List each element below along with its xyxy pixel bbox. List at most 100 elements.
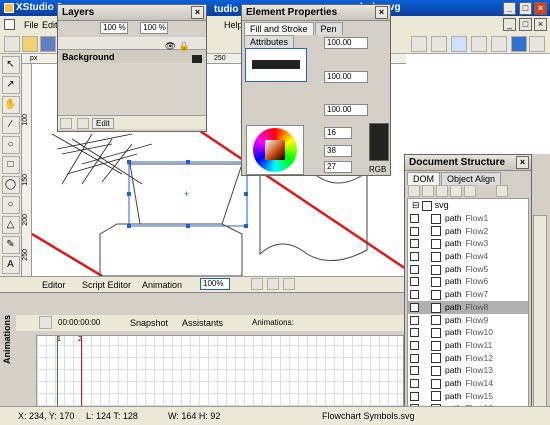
polygon-icon[interactable]: △ — [1, 216, 20, 234]
move-up-icon[interactable] — [408, 185, 420, 197]
visibility-checkbox[interactable] — [410, 315, 419, 325]
assistants-button[interactable]: Assistants — [182, 318, 223, 328]
menu-edit[interactable]: Edit — [42, 20, 58, 30]
save-icon[interactable] — [40, 36, 56, 52]
visibility-checkbox[interactable] — [410, 277, 419, 287]
doc-panel-close-button[interactable]: × — [516, 156, 529, 169]
dom-tree-row[interactable]: path Flow7 — [408, 288, 528, 301]
dom-tree-row[interactable]: path Flow13 — [408, 364, 528, 377]
dom-tree-row[interactable]: path Flow12 — [408, 352, 528, 365]
layers-close-button[interactable]: × — [191, 6, 204, 19]
timeline[interactable]: 1 2 — [36, 335, 404, 408]
rgb-mode-button[interactable]: RGB — [369, 165, 386, 174]
visibility-checkbox[interactable] — [410, 366, 419, 376]
dom-tree-row[interactable]: path Flow15 — [408, 390, 528, 403]
hand-icon[interactable]: ✋ — [1, 96, 20, 114]
fit-page-icon[interactable] — [251, 278, 263, 290]
dom-tree-row[interactable]: path Flow10 — [408, 326, 528, 339]
ellipse-icon[interactable]: ◯ — [1, 176, 20, 194]
tab-attributes[interactable]: Attributes — [244, 35, 295, 48]
dom-tree-row[interactable]: path Flow6 — [408, 275, 528, 288]
find-icon[interactable] — [495, 185, 508, 197]
red-value[interactable]: 16 — [324, 127, 352, 139]
close-button[interactable]: × — [534, 2, 547, 15]
zoom-out-icon[interactable] — [283, 278, 295, 290]
props-close-button[interactable]: × — [375, 6, 388, 19]
dom-tree-row[interactable]: path Flow14 — [408, 377, 528, 390]
snapshot-button[interactable]: Snapshot — [130, 318, 168, 328]
visibility-checkbox[interactable] — [410, 328, 419, 338]
doc-minimize-button[interactable]: _ — [503, 18, 516, 31]
layers-opacity-2[interactable]: 100 % — [140, 22, 169, 34]
dom-tree-row[interactable]: path Flow5 — [408, 263, 528, 276]
open-folder-icon[interactable] — [22, 36, 38, 52]
check-icon[interactable] — [471, 36, 487, 52]
eye-icon[interactable] — [411, 36, 427, 52]
minimize-button[interactable]: _ — [503, 2, 516, 15]
tab-pen[interactable]: Pen — [314, 22, 343, 35]
move-down-icon[interactable] — [422, 185, 434, 197]
fill-opacity-value[interactable]: 100.00 — [324, 71, 368, 83]
dom-tree-row[interactable]: path Flow3 — [408, 237, 528, 250]
group-icon[interactable] — [436, 185, 448, 197]
select-arrow-icon[interactable]: ↖ — [1, 56, 20, 74]
visibility-checkbox[interactable] — [410, 226, 419, 236]
visibility-checkbox[interactable] — [410, 378, 419, 388]
visibility-checkbox[interactable] — [410, 264, 419, 274]
stroke-preview[interactable] — [245, 48, 307, 82]
maximize-button[interactable]: □ — [519, 2, 532, 15]
delete-layer-icon[interactable] — [76, 118, 89, 129]
dom-tree-row[interactable]: path Flow9 — [408, 314, 528, 327]
color-wheel[interactable] — [246, 125, 304, 175]
green-value[interactable]: 38 — [324, 145, 352, 157]
dom-tree-row[interactable]: path Flow1 — [408, 212, 528, 225]
text-icon[interactable]: A — [1, 256, 20, 274]
new-layer-icon[interactable] — [60, 118, 72, 129]
menu-file[interactable]: File — [24, 20, 39, 30]
visibility-checkbox[interactable] — [410, 302, 419, 312]
script-editor-tab[interactable]: Script Editor — [82, 280, 131, 290]
animation-tab[interactable]: Animation — [142, 280, 182, 290]
dom-tree-row[interactable]: path Flow2 — [408, 225, 528, 238]
pen-icon[interactable]: ✎ — [1, 236, 20, 254]
export-icon[interactable] — [491, 36, 507, 52]
play-icon[interactable] — [39, 316, 52, 329]
settings-icon[interactable] — [529, 36, 545, 52]
stroke-width-value[interactable]: 100.00 — [324, 37, 368, 49]
doc-close-button[interactable]: × — [534, 18, 547, 31]
dom-tree-row[interactable]: path Flow11 — [408, 339, 528, 352]
visibility-checkbox[interactable] — [410, 239, 419, 249]
opacity-value[interactable]: 100.00 — [324, 104, 368, 116]
editor-tab[interactable]: Editor — [42, 280, 66, 290]
tab-fill-stroke[interactable]: Fill and Stroke — [244, 22, 314, 35]
circle-icon[interactable]: ○ — [1, 196, 20, 214]
help-icon[interactable] — [511, 36, 527, 52]
visibility-checkbox[interactable] — [410, 340, 419, 350]
visibility-checkbox[interactable] — [410, 290, 419, 300]
layer-visible-icon[interactable]: 👁 — [165, 41, 176, 52]
new-file-icon[interactable] — [4, 36, 20, 52]
playhead[interactable] — [81, 336, 82, 408]
zoom-field[interactable]: 100% — [200, 278, 230, 290]
zoom-icon[interactable]: ○ — [1, 136, 20, 154]
preview-icon[interactable] — [431, 36, 447, 52]
visibility-checkbox[interactable] — [410, 391, 419, 401]
dom-tree-row[interactable]: path Flow8 — [408, 300, 528, 314]
layers-opacity-1[interactable]: 100 % — [100, 22, 128, 34]
menu-help[interactable]: Help — [224, 20, 243, 30]
visibility-checkbox[interactable] — [410, 214, 419, 223]
ungroup-icon[interactable] — [450, 185, 462, 197]
zoom-in-icon[interactable] — [267, 278, 279, 290]
layer-edit-button[interactable]: Edit — [92, 117, 114, 129]
direct-select-icon[interactable]: ↗ — [1, 76, 20, 94]
doc-restore-button[interactable]: □ — [519, 18, 532, 31]
canvas-vscroll[interactable] — [406, 54, 550, 154]
visibility-checkbox[interactable] — [410, 353, 419, 363]
visibility-checkbox[interactable] — [410, 252, 419, 262]
browser-icon[interactable] — [451, 36, 467, 52]
eyedropper-icon[interactable]: ∕ — [1, 116, 20, 134]
tree-root[interactable]: ⊟ svg — [408, 199, 528, 212]
layer-lock-icon[interactable]: 🔒 — [179, 41, 190, 52]
blue-value[interactable]: 27 — [324, 161, 352, 173]
delete-node-icon[interactable] — [464, 185, 476, 197]
